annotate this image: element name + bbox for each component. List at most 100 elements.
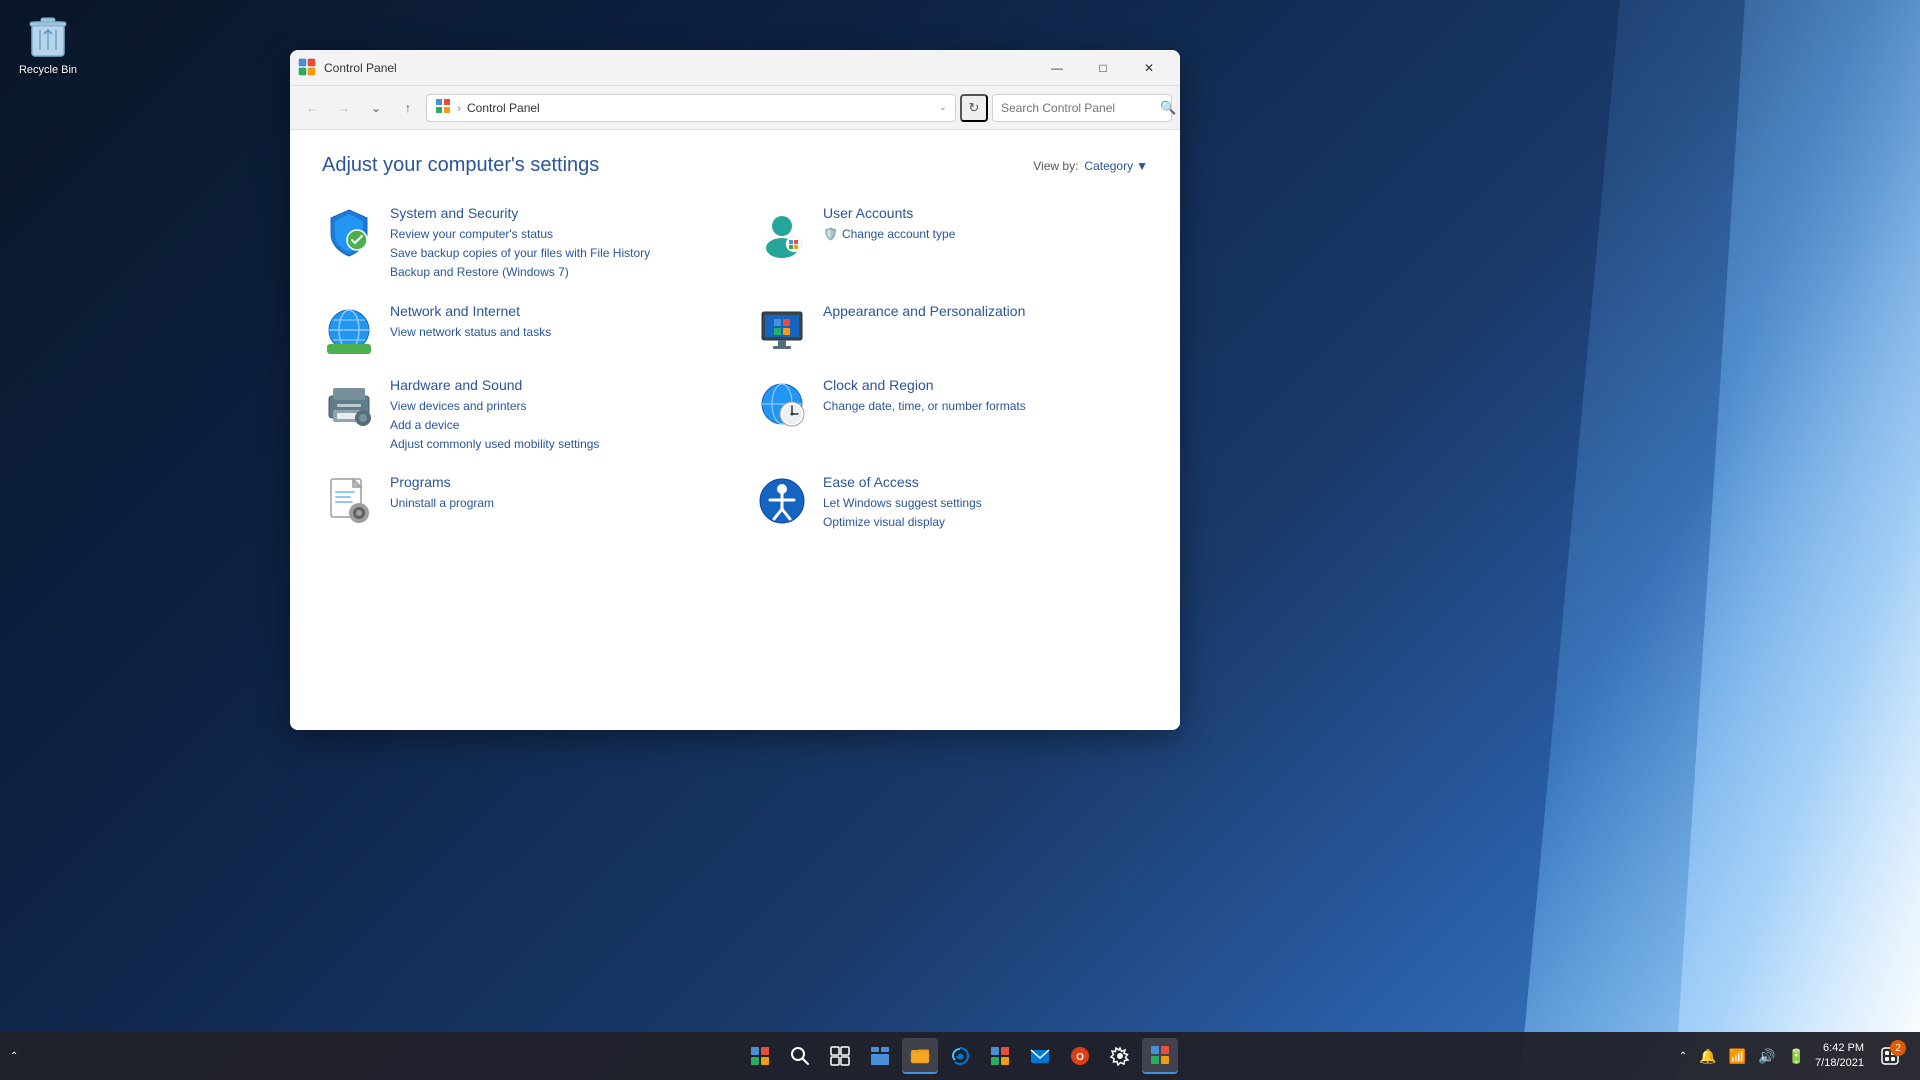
uac-shield-icon: 🛡️ [823,225,838,244]
categories-grid: System and Security Review your computer… [322,205,1148,533]
start-button[interactable] [742,1038,778,1074]
category-network-internet: Network and Internet View network status… [322,303,715,357]
programs-content: Programs Uninstall a program [390,474,715,513]
ease-of-access-link-1[interactable]: Let Windows suggest settings [823,494,1148,513]
file-explorer-button[interactable] [902,1038,938,1074]
title-bar: Control Panel — □ ✕ [290,50,1180,86]
window-title: Control Panel [324,61,1034,75]
ease-of-access-link-2[interactable]: Optimize visual display [823,513,1148,532]
programs-icon [322,474,376,528]
taskbar-center: O [742,1038,1178,1074]
system-clock[interactable]: 6:42 PM 7/18/2021 [1815,1041,1864,1072]
forward-button[interactable]: → [330,94,358,122]
search-icon: 🔍 [1160,100,1176,116]
network-internet-link-1[interactable]: View network status and tasks [390,323,715,342]
minimize-button[interactable]: — [1034,50,1080,86]
widgets-button[interactable] [862,1038,898,1074]
control-panel-window: Control Panel — □ ✕ ← → ⌄ ↑ › Control Pa… [290,50,1180,730]
up-button[interactable]: ↑ [394,94,422,122]
system-security-title[interactable]: System and Security [390,205,715,221]
store-button[interactable] [982,1038,1018,1074]
show-hidden-icons-button[interactable]: ⌃ [1677,1047,1689,1066]
user-accounts-icon [755,205,809,259]
window-controls: — □ ✕ [1034,50,1172,86]
recent-locations-button[interactable]: ⌄ [362,94,390,122]
user-accounts-link-1[interactable]: Change account type [842,225,955,244]
nav-bar: ← → ⌄ ↑ › Control Panel ⌄ ↻ 🔍 [290,86,1180,130]
hardware-sound-content: Hardware and Sound View devices and prin… [390,377,715,455]
network-internet-content: Network and Internet View network status… [390,303,715,342]
address-bar-icon [435,98,451,117]
task-view-button[interactable] [822,1038,858,1074]
search-bar[interactable]: 🔍 [992,94,1172,122]
clock-region-link-1[interactable]: Change date, time, or number formats [823,397,1148,416]
taskbar-search-button[interactable] [782,1038,818,1074]
clock-region-content: Clock and Region Change date, time, or n… [823,377,1148,416]
hardware-sound-title[interactable]: Hardware and Sound [390,377,715,393]
view-by-chevron: ▼ [1136,159,1148,173]
recycle-bin-image [24,12,72,60]
wifi-icon[interactable]: 📶 [1727,1046,1748,1067]
appearance-title[interactable]: Appearance and Personalization [823,303,1148,319]
svg-text:O: O [1076,1052,1084,1063]
address-chevron: ⌄ [939,102,947,113]
notifications-icon[interactable]: 🔔 [1697,1046,1718,1067]
programs-link-1[interactable]: Uninstall a program [390,494,715,513]
address-bar[interactable]: › Control Panel ⌄ [426,94,956,122]
clock-region-title[interactable]: Clock and Region [823,377,1148,393]
recycle-bin-label: Recycle Bin [19,64,77,76]
hardware-sound-icon [322,377,376,431]
taskbar: ⌃ [0,1032,1920,1080]
category-user-accounts: User Accounts 🛡️ Change account type [755,205,1148,283]
mail-button[interactable] [1022,1038,1058,1074]
category-ease-of-access: Ease of Access Let Windows suggest setti… [755,474,1148,532]
user-accounts-content: User Accounts 🛡️ Change account type [823,205,1148,244]
content-header: Adjust your computer's settings View by:… [322,154,1148,177]
network-internet-title[interactable]: Network and Internet [390,303,715,319]
settings-button[interactable] [1102,1038,1138,1074]
back-button[interactable]: ← [298,94,326,122]
ease-of-access-content: Ease of Access Let Windows suggest setti… [823,474,1148,532]
notification-badge: 2 [1890,1040,1906,1056]
recycle-bin-icon[interactable]: Recycle Bin [8,8,88,80]
system-security-link-3[interactable]: Backup and Restore (Windows 7) [390,263,715,282]
control-panel-taskbar-button[interactable] [1142,1038,1178,1074]
category-hardware-sound: Hardware and Sound View devices and prin… [322,377,715,455]
taskbar-left: ⌃ [0,1047,20,1066]
address-separator: › [457,101,461,115]
system-security-content: System and Security Review your computer… [390,205,715,283]
system-security-icon [322,205,376,259]
view-by-control: View by: Category ▼ [1033,159,1148,173]
notification-expand-button[interactable]: ⌃ [8,1047,20,1066]
category-appearance: Appearance and Personalization [755,303,1148,357]
volume-icon[interactable]: 🔊 [1756,1046,1777,1067]
appearance-content: Appearance and Personalization [823,303,1148,323]
programs-title[interactable]: Programs [390,474,715,490]
clock-region-icon [755,377,809,431]
hardware-sound-link-3[interactable]: Adjust commonly used mobility settings [390,435,715,454]
search-input[interactable] [1001,101,1156,115]
system-security-link-1[interactable]: Review your computer's status [390,225,715,244]
window-icon [298,58,318,78]
ease-of-access-title[interactable]: Ease of Access [823,474,1148,490]
system-security-link-2[interactable]: Save backup copies of your files with Fi… [390,244,715,263]
appearance-icon [755,303,809,357]
clock-time: 6:42 PM [1815,1041,1864,1056]
office-button[interactable]: O [1062,1038,1098,1074]
address-path: Control Panel [467,101,933,115]
category-clock-region: Clock and Region Change date, time, or n… [755,377,1148,455]
network-internet-icon [322,303,376,357]
hardware-sound-link-2[interactable]: Add a device [390,416,715,435]
maximize-button[interactable]: □ [1080,50,1126,86]
category-system-security: System and Security Review your computer… [322,205,715,283]
view-by-label: View by: [1033,159,1078,173]
taskbar-right: ⌃ 🔔 📶 🔊 🔋 6:42 PM 7/18/2021 2 [1677,1038,1920,1074]
close-button[interactable]: ✕ [1126,50,1172,86]
refresh-button[interactable]: ↻ [960,94,988,122]
hardware-sound-link-1[interactable]: View devices and printers [390,397,715,416]
action-center-button[interactable]: 2 [1872,1038,1908,1074]
user-accounts-title[interactable]: User Accounts [823,205,1148,221]
battery-icon[interactable]: 🔋 [1786,1046,1807,1067]
edge-button[interactable] [942,1038,978,1074]
view-by-value[interactable]: Category ▼ [1084,159,1148,173]
